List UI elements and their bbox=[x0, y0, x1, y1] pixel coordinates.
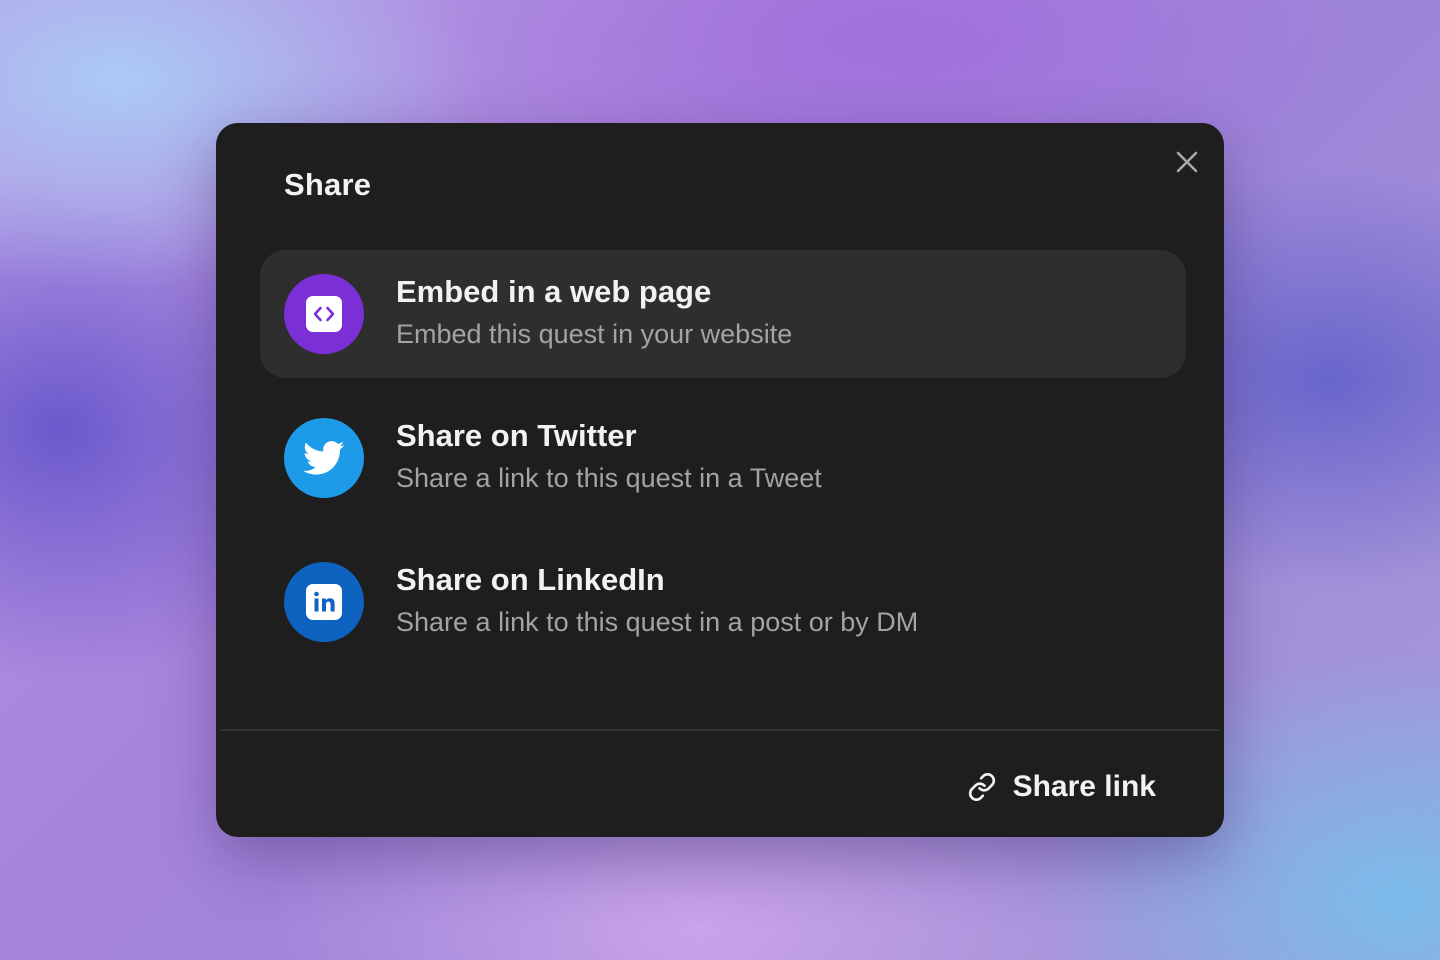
footer-divider bbox=[220, 729, 1220, 731]
linkedin-option-title: Share on LinkedIn bbox=[396, 562, 665, 597]
twitter-bird-icon bbox=[303, 441, 345, 475]
twitter-option-subtitle: Share a link to this quest in a Tweet bbox=[396, 463, 822, 493]
twitter-icon-badge bbox=[284, 418, 364, 498]
embed-option-title: Embed in a web page bbox=[396, 274, 712, 309]
linkedin-option-subtitle: Share a link to this quest in a post or … bbox=[396, 607, 919, 637]
embed-option[interactable]: Embed in a web page Embed this quest in … bbox=[260, 250, 1186, 378]
twitter-option-title: Share on Twitter bbox=[396, 418, 637, 453]
twitter-option[interactable]: Share on Twitter Share a link to this qu… bbox=[260, 394, 1186, 522]
share-options-list: Embed in a web page Embed this quest in … bbox=[260, 250, 1186, 682]
embed-icon-badge bbox=[284, 274, 364, 354]
linkedin-icon bbox=[306, 584, 342, 620]
code-embed-icon bbox=[306, 296, 342, 332]
link-icon bbox=[968, 773, 995, 801]
close-icon bbox=[1176, 151, 1198, 173]
share-link-label: Share link bbox=[1012, 770, 1156, 803]
linkedin-icon-badge bbox=[284, 562, 364, 642]
close-button[interactable] bbox=[1172, 147, 1202, 177]
share-dialog: Share Embed in a web page Embed this que… bbox=[216, 123, 1224, 837]
dialog-title: Share bbox=[284, 167, 372, 202]
linkedin-option[interactable]: Share on LinkedIn Share a link to this q… bbox=[260, 538, 1186, 666]
embed-option-subtitle: Embed this quest in your website bbox=[396, 319, 793, 349]
share-link-button[interactable]: Share link bbox=[967, 767, 1156, 807]
